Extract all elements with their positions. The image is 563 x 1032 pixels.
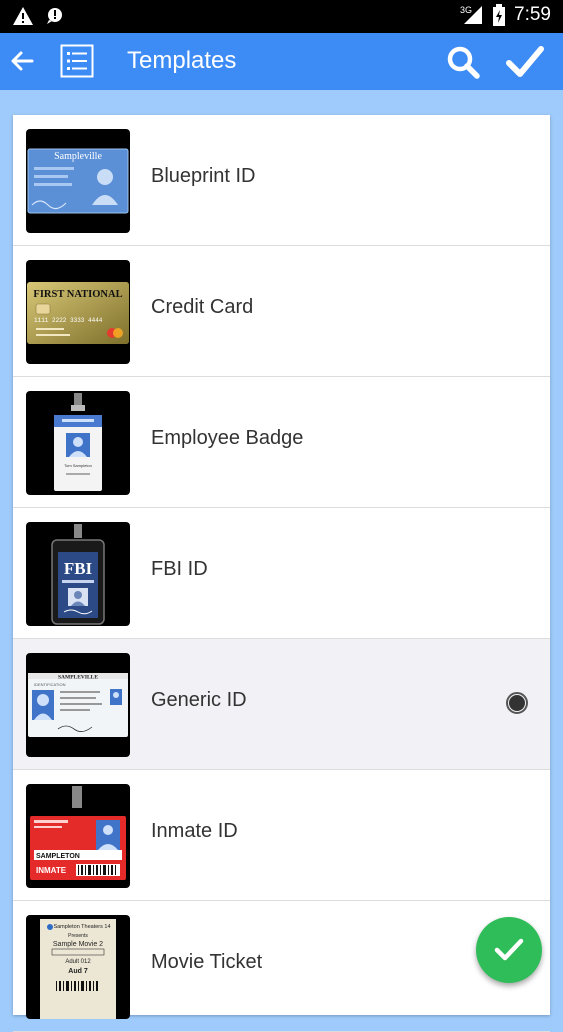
template-list: Sampleville Blueprint ID FIRST NATIONAL … [13, 115, 550, 1032]
credit-card-thumbnail: FIRST NATIONAL 1111 2222 3333 4444 [26, 260, 130, 364]
template-label: Blueprint ID [151, 165, 256, 187]
app-bar: Templates [0, 33, 563, 90]
checkmark-icon [494, 937, 524, 963]
template-row-generic-id[interactable]: SAMPLEVILLE IDENTIFICATION Generic ID [13, 639, 550, 770]
back-arrow-icon[interactable] [8, 47, 36, 75]
checkmark-icon[interactable] [504, 42, 546, 82]
signal-icon: 3G [460, 4, 484, 26]
generic-id-type: IDENTIFICATION [34, 682, 66, 687]
notification-icon [44, 6, 66, 26]
selected-radio-button[interactable] [506, 692, 528, 714]
template-row-inmate-id[interactable]: SAMPLETON INMATE Inmate ID [13, 770, 550, 901]
warning-icon [12, 6, 34, 26]
template-label: FBI ID [151, 558, 208, 580]
confirm-fab[interactable] [476, 917, 542, 983]
credit-card-bank: FIRST NATIONAL [33, 289, 122, 300]
template-label: Inmate ID [151, 820, 238, 842]
template-row-blueprint-id[interactable]: Sampleville Blueprint ID [13, 115, 550, 246]
template-row-credit-card[interactable]: FIRST NATIONAL 1111 2222 3333 4444 Credi… [13, 246, 550, 377]
inmate-tag: INMATE [36, 866, 67, 875]
inmate-name: SAMPLETON [36, 853, 80, 860]
inmate-id-thumbnail: SAMPLETON INMATE [26, 784, 130, 888]
ticket-adult: Adult 012 [65, 959, 91, 965]
ticket-theater: Sampleton Theaters 14 [53, 924, 110, 930]
status-time: 7:59 [514, 4, 551, 25]
status-bar: 3G 7:59 [0, 0, 563, 33]
ticket-movie: Sample Movie 2 [53, 941, 103, 948]
template-label: Movie Ticket [151, 951, 263, 973]
blueprint-thumb-text: Sampleville [54, 151, 102, 162]
fbi-text: FBI [64, 559, 93, 578]
template-label: Employee Badge [151, 427, 304, 449]
movie-ticket-thumbnail: Sampleton Theaters 14 Presents Sample Mo… [26, 915, 130, 1019]
template-row-employee-badge[interactable]: Tom Sampleton Employee Badge [13, 377, 550, 508]
employee-badge-thumbnail: Tom Sampleton [26, 391, 130, 495]
credit-card-number: 1111 2222 3333 4444 [34, 317, 103, 324]
network-label: 3G [460, 5, 472, 15]
template-label: Credit Card [151, 296, 254, 318]
battery-icon [492, 4, 506, 26]
template-row-fbi-id[interactable]: FBI FBI ID [13, 508, 550, 639]
employee-badge-name: Tom Sampleton [64, 463, 92, 468]
ticket-aud: Aud 7 [68, 968, 88, 975]
ticket-presents: Presents [68, 933, 88, 939]
generic-id-city: SAMPLEVILLE [58, 675, 98, 681]
fbi-id-thumbnail: FBI [26, 522, 130, 626]
generic-id-thumbnail: SAMPLEVILLE IDENTIFICATION [26, 653, 130, 757]
template-label: Generic ID [151, 689, 247, 711]
template-row-movie-ticket[interactable]: Sampleton Theaters 14 Presents Sample Mo… [13, 901, 550, 1032]
search-icon[interactable] [444, 43, 482, 81]
blueprint-id-thumbnail: Sampleville [26, 129, 130, 233]
list-icon[interactable] [60, 44, 94, 78]
page-title: Templates [127, 47, 237, 74]
